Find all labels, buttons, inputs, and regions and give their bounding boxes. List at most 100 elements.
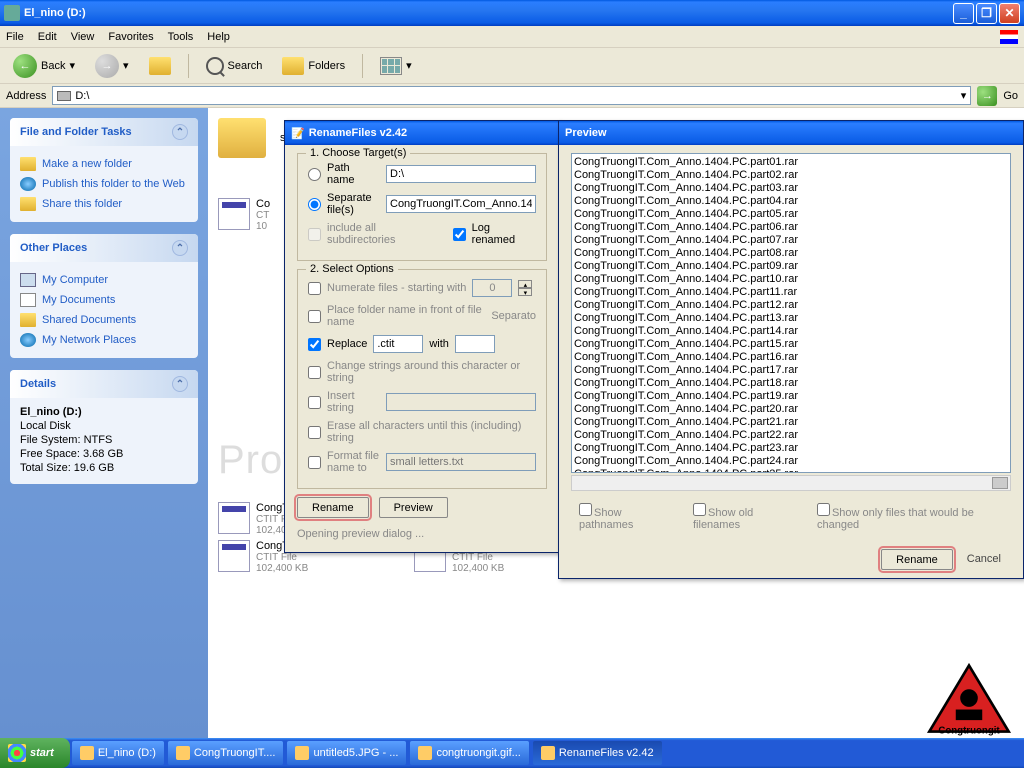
- back-button[interactable]: ← Back ▾: [6, 51, 82, 81]
- maximize-button[interactable]: ❐: [976, 3, 997, 24]
- replace-to-input[interactable]: [455, 335, 495, 353]
- menu-view[interactable]: View: [71, 31, 95, 43]
- menu-help[interactable]: Help: [207, 31, 230, 43]
- log-renamed-check[interactable]: Log renamed: [453, 222, 536, 246]
- preview-item[interactable]: CongTruongIT.Com_Anno.1404.PC.part17.rar: [574, 364, 1008, 377]
- preview-item[interactable]: CongTruongIT.Com_Anno.1404.PC.part20.rar: [574, 403, 1008, 416]
- preview-item[interactable]: CongTruongIT.Com_Anno.1404.PC.part04.rar: [574, 195, 1008, 208]
- collapse-icon[interactable]: ⌃: [172, 124, 188, 140]
- collapse-icon[interactable]: ⌃: [172, 376, 188, 392]
- taskbar-item[interactable]: RenameFiles v2.42: [533, 741, 662, 765]
- address-input[interactable]: D:\ ▾: [52, 86, 971, 105]
- collapse-icon[interactable]: ⌃: [172, 240, 188, 256]
- preview-rename-button[interactable]: Rename: [881, 549, 953, 570]
- preview-item[interactable]: CongTruongIT.Com_Anno.1404.PC.part24.rar: [574, 455, 1008, 468]
- replace-check[interactable]: Replace: [308, 338, 367, 351]
- views-button[interactable]: ▾: [373, 54, 419, 78]
- preview-item[interactable]: CongTruongIT.Com_Anno.1404.PC.part10.rar: [574, 273, 1008, 286]
- taskbar-item[interactable]: El_nino (D:): [72, 741, 164, 765]
- preview-cancel-button[interactable]: Cancel: [967, 549, 1001, 570]
- search-button[interactable]: Search: [199, 54, 270, 78]
- file-type: CTIT File: [256, 552, 398, 563]
- svg-text:Congtruongit: Congtruongit: [938, 725, 1000, 736]
- congtruongit-logo: Congtruongit: [924, 661, 1014, 736]
- dialog-titlebar[interactable]: 📝 RenameFiles v2.42: [285, 121, 559, 145]
- place-shared-docs[interactable]: Shared Documents: [20, 310, 188, 330]
- task-new-folder[interactable]: Make a new folder: [20, 154, 188, 174]
- dialog-title: RenameFiles v2.42: [309, 127, 407, 139]
- preview-item[interactable]: CongTruongIT.Com_Anno.1404.PC.part03.rar: [574, 182, 1008, 195]
- preview-item[interactable]: CongTruongIT.Com_Anno.1404.PC.part01.rar: [574, 156, 1008, 169]
- place-my-documents[interactable]: My Documents: [20, 290, 188, 310]
- start-button[interactable]: start: [0, 738, 70, 768]
- menu-file[interactable]: File: [6, 31, 24, 43]
- menu-edit[interactable]: Edit: [38, 31, 57, 43]
- task-publish[interactable]: Publish this folder to the Web: [20, 174, 188, 194]
- minimize-button[interactable]: _: [953, 3, 974, 24]
- folders-button[interactable]: Folders: [275, 54, 352, 78]
- dialog-titlebar[interactable]: Preview: [559, 121, 1023, 145]
- preview-item[interactable]: CongTruongIT.Com_Anno.1404.PC.part19.rar: [574, 390, 1008, 403]
- forward-button[interactable]: → ▾: [88, 51, 136, 81]
- preview-item[interactable]: CongTruongIT.Com_Anno.1404.PC.part06.rar: [574, 221, 1008, 234]
- preview-item[interactable]: CongTruongIT.Com_Anno.1404.PC.part08.rar: [574, 247, 1008, 260]
- separate-files-radio[interactable]: Separate file(s): [308, 192, 380, 216]
- path-input[interactable]: [386, 165, 536, 183]
- replace-from-input[interactable]: [373, 335, 423, 353]
- show-old-filenames-check[interactable]: Show old filenames: [693, 503, 799, 531]
- separate-files-input[interactable]: [386, 195, 536, 213]
- preview-button[interactable]: Preview: [379, 497, 448, 518]
- back-arrow-icon: ←: [13, 54, 37, 78]
- scroll-thumb[interactable]: [992, 477, 1008, 489]
- menu-favorites[interactable]: Favorites: [108, 31, 153, 43]
- folders-label: Folders: [308, 60, 345, 72]
- file-item[interactable]: CoCT10: [218, 198, 278, 232]
- preview-item[interactable]: CongTruongIT.Com_Anno.1404.PC.part07.rar: [574, 234, 1008, 247]
- taskbar-item[interactable]: congtruongit.gif...: [410, 741, 528, 765]
- change-strings-check[interactable]: Change strings around this character or …: [308, 360, 536, 384]
- erase-check[interactable]: Erase all characters until this (includi…: [308, 420, 536, 444]
- folder-icon[interactable]: [218, 118, 266, 158]
- preview-item[interactable]: CongTruongIT.Com_Anno.1404.PC.part16.rar: [574, 351, 1008, 364]
- preview-item[interactable]: CongTruongIT.Com_Anno.1404.PC.part13.rar: [574, 312, 1008, 325]
- preview-item[interactable]: CongTruongIT.Com_Anno.1404.PC.part11.rar: [574, 286, 1008, 299]
- preview-item[interactable]: CongTruongIT.Com_Anno.1404.PC.part21.rar: [574, 416, 1008, 429]
- sidebar: File and Folder Tasks⌃ Make a new folder…: [0, 108, 208, 744]
- spinner[interactable]: ▴▾: [518, 280, 532, 296]
- numerate-check[interactable]: Numerate files - starting with: [308, 282, 466, 295]
- go-button[interactable]: →: [977, 86, 997, 106]
- details-type: Local Disk: [20, 420, 188, 432]
- close-button[interactable]: ✕: [999, 3, 1020, 24]
- taskbar-item[interactable]: untitled5.JPG - ...: [287, 741, 406, 765]
- horizontal-scrollbar[interactable]: [571, 475, 1011, 491]
- insert-string-check[interactable]: Insert string: [308, 390, 380, 414]
- folder-up-icon: [149, 57, 171, 75]
- place-folder-check[interactable]: Place folder name in front of file name: [308, 304, 485, 328]
- preview-item[interactable]: CongTruongIT.Com_Anno.1404.PC.part18.rar: [574, 377, 1008, 390]
- preview-item[interactable]: CongTruongIT.Com_Anno.1404.PC.part14.rar: [574, 325, 1008, 338]
- file-type: CT: [256, 210, 278, 221]
- preview-item[interactable]: CongTruongIT.Com_Anno.1404.PC.part12.rar: [574, 299, 1008, 312]
- place-network[interactable]: My Network Places: [20, 330, 188, 350]
- preview-file-list[interactable]: CongTruongIT.Com_Anno.1404.PC.part01.rar…: [571, 153, 1011, 473]
- preview-item[interactable]: CongTruongIT.Com_Anno.1404.PC.part23.rar: [574, 442, 1008, 455]
- preview-item[interactable]: CongTruongIT.Com_Anno.1404.PC.part25.rar: [574, 468, 1008, 473]
- preview-item[interactable]: CongTruongIT.Com_Anno.1404.PC.part15.rar: [574, 338, 1008, 351]
- show-only-changed-check[interactable]: Show only files that would be changed: [817, 503, 1011, 531]
- rename-button[interactable]: Rename: [297, 497, 369, 518]
- preview-item[interactable]: CongTruongIT.Com_Anno.1404.PC.part22.rar: [574, 429, 1008, 442]
- place-label: Shared Documents: [42, 314, 136, 326]
- menu-tools[interactable]: Tools: [168, 31, 194, 43]
- task-share[interactable]: Share this folder: [20, 194, 188, 214]
- chevron-down-icon[interactable]: ▾: [961, 89, 967, 102]
- taskbar-item[interactable]: CongTruongIT....: [168, 741, 284, 765]
- preview-item[interactable]: CongTruongIT.Com_Anno.1404.PC.part02.rar: [574, 169, 1008, 182]
- path-name-radio[interactable]: Path name: [308, 162, 380, 186]
- format-check[interactable]: Format file name to: [308, 450, 380, 474]
- preview-dialog: Preview CongTruongIT.Com_Anno.1404.PC.pa…: [558, 120, 1024, 579]
- preview-item[interactable]: CongTruongIT.Com_Anno.1404.PC.part09.rar: [574, 260, 1008, 273]
- place-my-computer[interactable]: My Computer: [20, 270, 188, 290]
- show-pathnames-check[interactable]: Show pathnames: [579, 503, 675, 531]
- up-button[interactable]: [142, 54, 178, 78]
- preview-item[interactable]: CongTruongIT.Com_Anno.1404.PC.part05.rar: [574, 208, 1008, 221]
